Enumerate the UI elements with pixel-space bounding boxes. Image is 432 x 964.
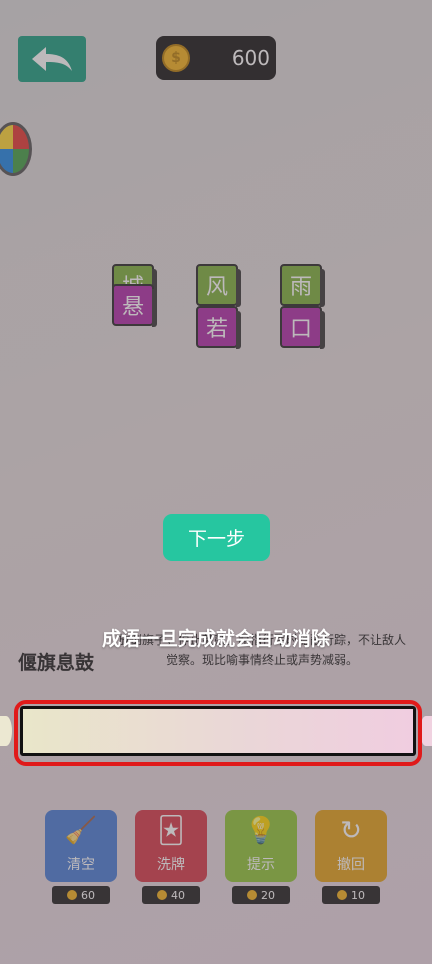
cards-icon: 🃏 [157,816,185,846]
hint-label: 提示 [247,857,275,873]
shuffle-cost: 40 [142,886,200,904]
undo-icon: ↻ [340,816,362,846]
coin-icon: $ [162,44,190,72]
coin-amount: 600 [231,46,270,70]
hint-cost: 20 [232,886,290,904]
back-arrow-icon [32,47,72,71]
tile-front-1[interactable]: 悬 [112,284,157,327]
color-wheel-icon[interactable] [0,122,32,176]
tile-back-2: 风 [196,264,241,307]
lightbulb-icon: 💡 [244,816,278,846]
clear-cost: 60 [52,886,110,904]
shuffle-button[interactable]: 🃏 洗牌 [135,810,207,882]
undo-button[interactable]: ↻ 撤回 [315,810,387,882]
tile-front-3[interactable]: 口 [280,306,325,349]
tutorial-tip: 成语一旦完成就会自动消除 [101,628,330,650]
hint-button[interactable]: 💡 提示 [225,810,297,882]
back-button[interactable] [18,36,86,82]
coin-icon [67,890,77,900]
coin-balance: $ 600 [156,36,276,80]
tile-back-3: 雨 [280,264,325,307]
undo-label: 撤回 [337,857,365,873]
clear-label: 清空 [67,857,95,873]
undo-cost: 10 [322,886,380,904]
tile-front-2[interactable]: 若 [196,306,241,349]
coin-icon [337,890,347,900]
broom-icon: 🧹 [64,816,98,846]
coin-icon [157,890,167,900]
coin-icon [247,890,257,900]
clear-button[interactable]: 🧹 清空 [45,810,117,882]
tutorial-highlight [14,700,422,766]
next-step-button[interactable]: 下一步 [163,514,270,561]
shuffle-label: 洗牌 [157,857,185,873]
slot-left-cap [0,716,12,746]
idiom-title: 偃旗息鼓 [18,652,95,674]
